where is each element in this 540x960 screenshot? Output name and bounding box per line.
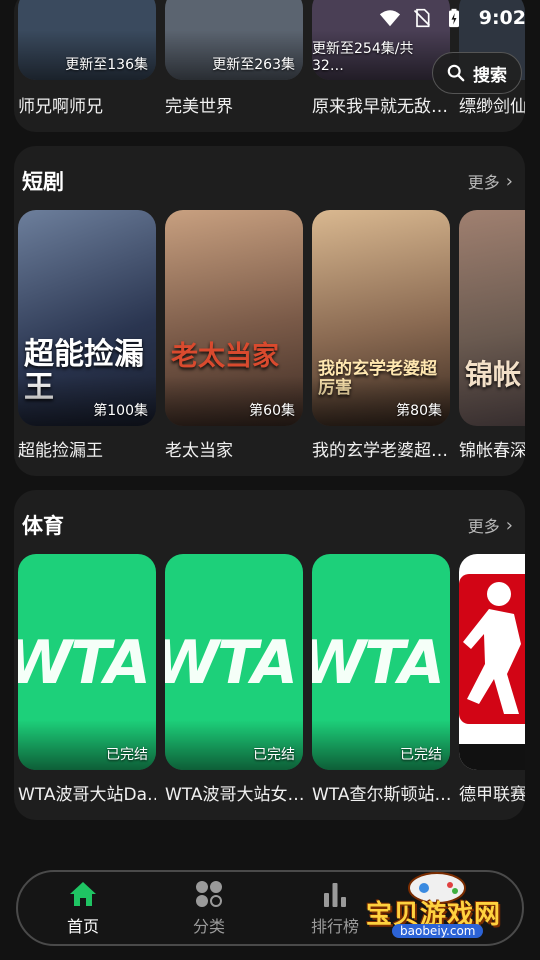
item-title: 老太当家	[165, 441, 233, 461]
section-header: 体育 更多 ›	[14, 490, 525, 560]
item-title: 德甲联赛	[459, 785, 525, 805]
no-sim-icon	[413, 8, 430, 28]
poster-title: 锦帐	[465, 358, 522, 391]
watermark: 宝贝游戏网 baobeiy.com	[362, 866, 512, 946]
sports-section: 体育 更多 › WTA 已完结 WTA波哥大站Da… WTA 已完结 WTA波哥…	[14, 490, 525, 820]
status-badge: 已完结	[253, 747, 295, 763]
episode-badge: 第100集	[93, 403, 148, 419]
nav-label: 排行榜	[310, 917, 359, 936]
thumbnail: WTA 已完结	[312, 554, 450, 770]
more-label: 更多	[467, 517, 500, 536]
episode-badge: 第60集	[249, 403, 295, 419]
item-title: 我的玄学老婆超…	[312, 441, 448, 461]
section-title: 体育	[22, 514, 64, 538]
item-title: WTA查尔斯顿站…	[312, 785, 450, 805]
short-drama-section: 短剧 更多 › 超能捡漏王 第100集 超能捡漏王 老太当家 第60集 老太当家…	[14, 146, 525, 476]
item-title: 锦帐春深	[459, 441, 525, 461]
episode-badge: 更新至254集/共32…	[312, 41, 414, 74]
sports-row: WTA 已完结 WTA波哥大站Da… WTA 已完结 WTA波哥大站女… WTA…	[18, 554, 525, 805]
battery-charging-icon	[448, 8, 459, 28]
item-title: 缥缈剑仙	[459, 97, 525, 117]
media-item[interactable]: 我的玄学老婆超厉害 第80集 我的玄学老婆超…	[312, 210, 450, 461]
status-badge: 已完结	[400, 747, 442, 763]
item-title: 原来我早就无敌…	[312, 97, 448, 117]
watermark-url: baobeiy.com	[392, 924, 484, 938]
item-title: 完美世界	[165, 97, 233, 117]
media-item[interactable]: 超能捡漏王 第100集 超能捡漏王	[18, 210, 156, 461]
nav-label: 首页	[66, 917, 99, 936]
media-item[interactable]: 德甲联赛	[459, 554, 525, 805]
wta-logo: WTA	[165, 628, 298, 698]
thumbnail: 超能捡漏王 第100集	[18, 210, 156, 426]
grid-icon	[196, 881, 222, 907]
thumbnail: 老太当家 第60集	[165, 210, 303, 426]
thumbnail	[459, 554, 525, 770]
more-link[interactable]: 更多 ›	[468, 169, 513, 193]
status-bar: 9:02	[0, 0, 540, 36]
wta-logo: WTA	[312, 628, 445, 698]
poster-title: 老太当家	[171, 341, 279, 372]
nav-home[interactable]: 首页	[40, 879, 126, 937]
search-icon	[447, 64, 465, 82]
short-drama-row: 超能捡漏王 第100集 超能捡漏王 老太当家 第60集 老太当家 我的玄学老婆超…	[18, 210, 525, 461]
item-title: WTA波哥大站Da…	[18, 785, 156, 805]
section-header: 短剧 更多 ›	[14, 146, 525, 216]
episode-badge: 第80集	[396, 403, 442, 419]
wta-logo: WTA	[18, 628, 151, 698]
episode-badge: 更新至136集	[65, 57, 148, 73]
item-title: 师兄啊师兄	[18, 97, 103, 117]
status-badge: 已完结	[106, 747, 148, 763]
media-item[interactable]: WTA 已完结 WTA波哥大站Da…	[18, 554, 156, 805]
media-item[interactable]: 锦帐 锦帐春深	[459, 210, 525, 461]
wifi-icon	[379, 10, 400, 27]
nav-category[interactable]: 分类	[166, 879, 252, 937]
thumbnail: WTA 已完结	[18, 554, 156, 770]
section-title: 短剧	[22, 170, 64, 194]
more-label: 更多	[467, 173, 500, 192]
item-title: WTA波哥大站女…	[165, 785, 303, 805]
chevron-right-icon: ›	[505, 170, 513, 192]
thumbnail: WTA 已完结	[165, 554, 303, 770]
home-icon	[70, 882, 96, 906]
nav-label: 分类	[192, 917, 225, 936]
thumbnail: 锦帐	[459, 210, 525, 426]
media-item[interactable]: WTA 已完结 WTA查尔斯顿站…	[312, 554, 450, 805]
search-label: 搜索	[473, 65, 507, 86]
media-item[interactable]: 老太当家 第60集 老太当家	[165, 210, 303, 461]
clock: 9:02	[478, 7, 526, 29]
thumbnail: 我的玄学老婆超厉害 第80集	[312, 210, 450, 426]
bundesliga-logo-icon	[459, 574, 525, 770]
bar-chart-icon	[324, 883, 346, 907]
item-title: 超能捡漏王	[18, 441, 103, 461]
episode-badge: 更新至263集	[212, 57, 295, 73]
search-button[interactable]: 搜索	[432, 52, 522, 94]
chevron-right-icon: ›	[505, 514, 513, 536]
more-link[interactable]: 更多 ›	[468, 513, 513, 537]
media-item[interactable]: WTA 已完结 WTA波哥大站女…	[165, 554, 303, 805]
